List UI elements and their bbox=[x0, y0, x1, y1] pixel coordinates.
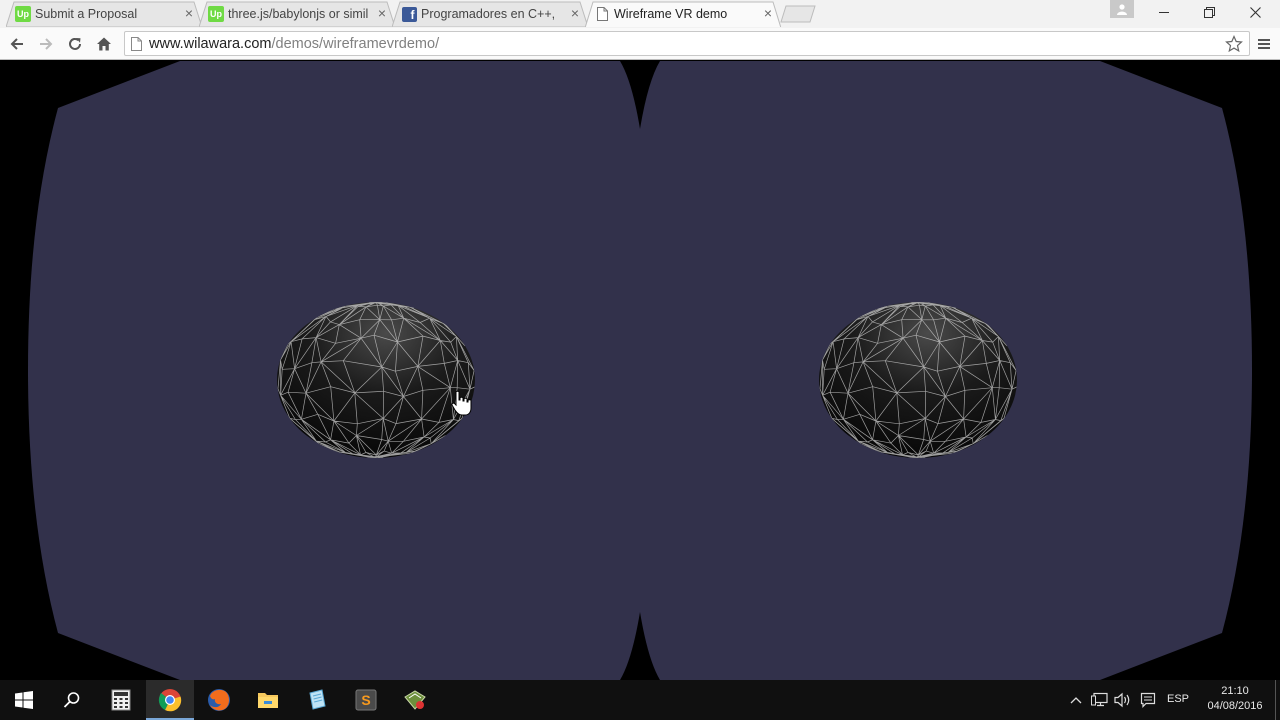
volume-icon bbox=[1114, 692, 1130, 708]
webgl-canvas[interactable] bbox=[0, 61, 1280, 680]
tab-title: Wireframe VR demo bbox=[614, 7, 728, 21]
close-window-button[interactable] bbox=[1232, 0, 1278, 24]
start-button[interactable] bbox=[0, 680, 48, 720]
vr-stereo-scene bbox=[0, 61, 1280, 680]
restore-icon bbox=[1203, 6, 1215, 18]
browser-toolbar: www.wilawara.com/demos/wireframevrdemo/ bbox=[0, 28, 1280, 60]
arrow-right-icon bbox=[40, 38, 53, 50]
firefox-icon bbox=[208, 689, 230, 711]
minimize-icon bbox=[1159, 12, 1169, 13]
reload-icon bbox=[69, 37, 81, 50]
menu-icon bbox=[1258, 39, 1270, 49]
app-icon bbox=[404, 690, 426, 710]
notification-icon bbox=[1140, 692, 1156, 708]
input-language[interactable]: ESP bbox=[1167, 693, 1189, 705]
taskbar-file-explorer[interactable] bbox=[244, 680, 292, 720]
file-explorer-icon bbox=[258, 693, 278, 708]
restore-button[interactable] bbox=[1186, 0, 1232, 24]
back-button[interactable] bbox=[6, 33, 28, 55]
url-host: www.wilawara.com bbox=[149, 36, 272, 52]
tab-submit-proposal[interactable]: Up Submit a Proposal × bbox=[6, 1, 202, 27]
close-icon[interactable]: × bbox=[182, 6, 196, 20]
clock-time: 21:10 bbox=[1221, 685, 1249, 697]
start-icon bbox=[15, 691, 33, 709]
profile-button[interactable] bbox=[1110, 0, 1134, 18]
url-text[interactable]: www.wilawara.com/demos/wireframevrdemo/ bbox=[149, 36, 439, 52]
close-icon[interactable]: × bbox=[761, 6, 775, 20]
taskbar-sublime-text[interactable]: S bbox=[342, 680, 390, 720]
address-bar[interactable]: www.wilawara.com/demos/wireframevrdemo/ bbox=[124, 31, 1250, 56]
new-tab-button[interactable] bbox=[780, 5, 816, 23]
arrow-left-icon bbox=[10, 38, 23, 50]
upwork-icon: Up bbox=[15, 6, 31, 22]
tab-title: three.js/babylonjs or simil bbox=[228, 7, 369, 21]
bookmark-star-icon[interactable] bbox=[1225, 35, 1243, 58]
search-button[interactable] bbox=[48, 680, 96, 720]
user-icon bbox=[1117, 4, 1127, 15]
upwork-icon: Up bbox=[208, 6, 224, 22]
network-button[interactable] bbox=[1090, 690, 1110, 710]
search-icon bbox=[63, 692, 80, 708]
minimize-button[interactable] bbox=[1141, 0, 1187, 24]
tab-strip: Up Submit a Proposal × Up three.js/babyl… bbox=[0, 0, 1280, 28]
tab-title: Submit a Proposal bbox=[35, 7, 138, 21]
chevron-up-icon bbox=[1070, 697, 1082, 704]
volume-button[interactable] bbox=[1113, 690, 1133, 710]
chrome-menu-button[interactable] bbox=[1253, 33, 1275, 55]
taskbar-app[interactable] bbox=[391, 680, 439, 720]
url-path: /demos/wireframevrdemo/ bbox=[271, 36, 440, 52]
action-center-button[interactable] bbox=[1138, 690, 1158, 710]
tab-threejs-babylonjs[interactable]: Up three.js/babylonjs or simil × bbox=[199, 1, 395, 27]
page-icon bbox=[131, 37, 142, 56]
page-icon bbox=[594, 6, 610, 22]
tab-programadores[interactable]: f Programadores en C++, × bbox=[392, 1, 588, 27]
show-desktop-button[interactable] bbox=[1275, 680, 1280, 720]
facebook-icon: f bbox=[401, 6, 417, 22]
svg-text:S: S bbox=[361, 692, 370, 708]
windows-taskbar: S ESP 21:10 04/08/2016 bbox=[0, 680, 1280, 720]
reload-button[interactable] bbox=[64, 33, 86, 55]
chrome-icon bbox=[158, 689, 182, 712]
home-icon bbox=[97, 37, 111, 51]
close-icon[interactable]: × bbox=[375, 6, 389, 20]
taskbar-calculator[interactable] bbox=[97, 680, 145, 720]
close-icon[interactable]: × bbox=[568, 6, 582, 20]
taskbar-chrome[interactable] bbox=[146, 680, 194, 720]
taskbar-firefox[interactable] bbox=[195, 680, 243, 720]
notepad-icon bbox=[309, 689, 326, 710]
tab-wireframe-vr-demo[interactable]: Wireframe VR demo × bbox=[585, 1, 781, 27]
network-icon bbox=[1091, 692, 1108, 707]
left-wireframe-sphere bbox=[277, 302, 475, 458]
calculator-icon bbox=[111, 689, 131, 711]
right-wireframe-sphere bbox=[819, 302, 1017, 458]
clock[interactable]: 21:10 04/08/2016 bbox=[1196, 684, 1274, 714]
close-icon bbox=[1249, 6, 1261, 18]
home-button[interactable] bbox=[93, 33, 115, 55]
forward-button[interactable] bbox=[35, 33, 57, 55]
tab-title: Programadores en C++, bbox=[421, 7, 556, 21]
sublime-text-icon: S bbox=[355, 689, 377, 711]
show-hidden-icons-button[interactable] bbox=[1066, 690, 1086, 710]
taskbar-notepad[interactable] bbox=[293, 680, 341, 720]
clock-date: 04/08/2016 bbox=[1207, 700, 1263, 712]
